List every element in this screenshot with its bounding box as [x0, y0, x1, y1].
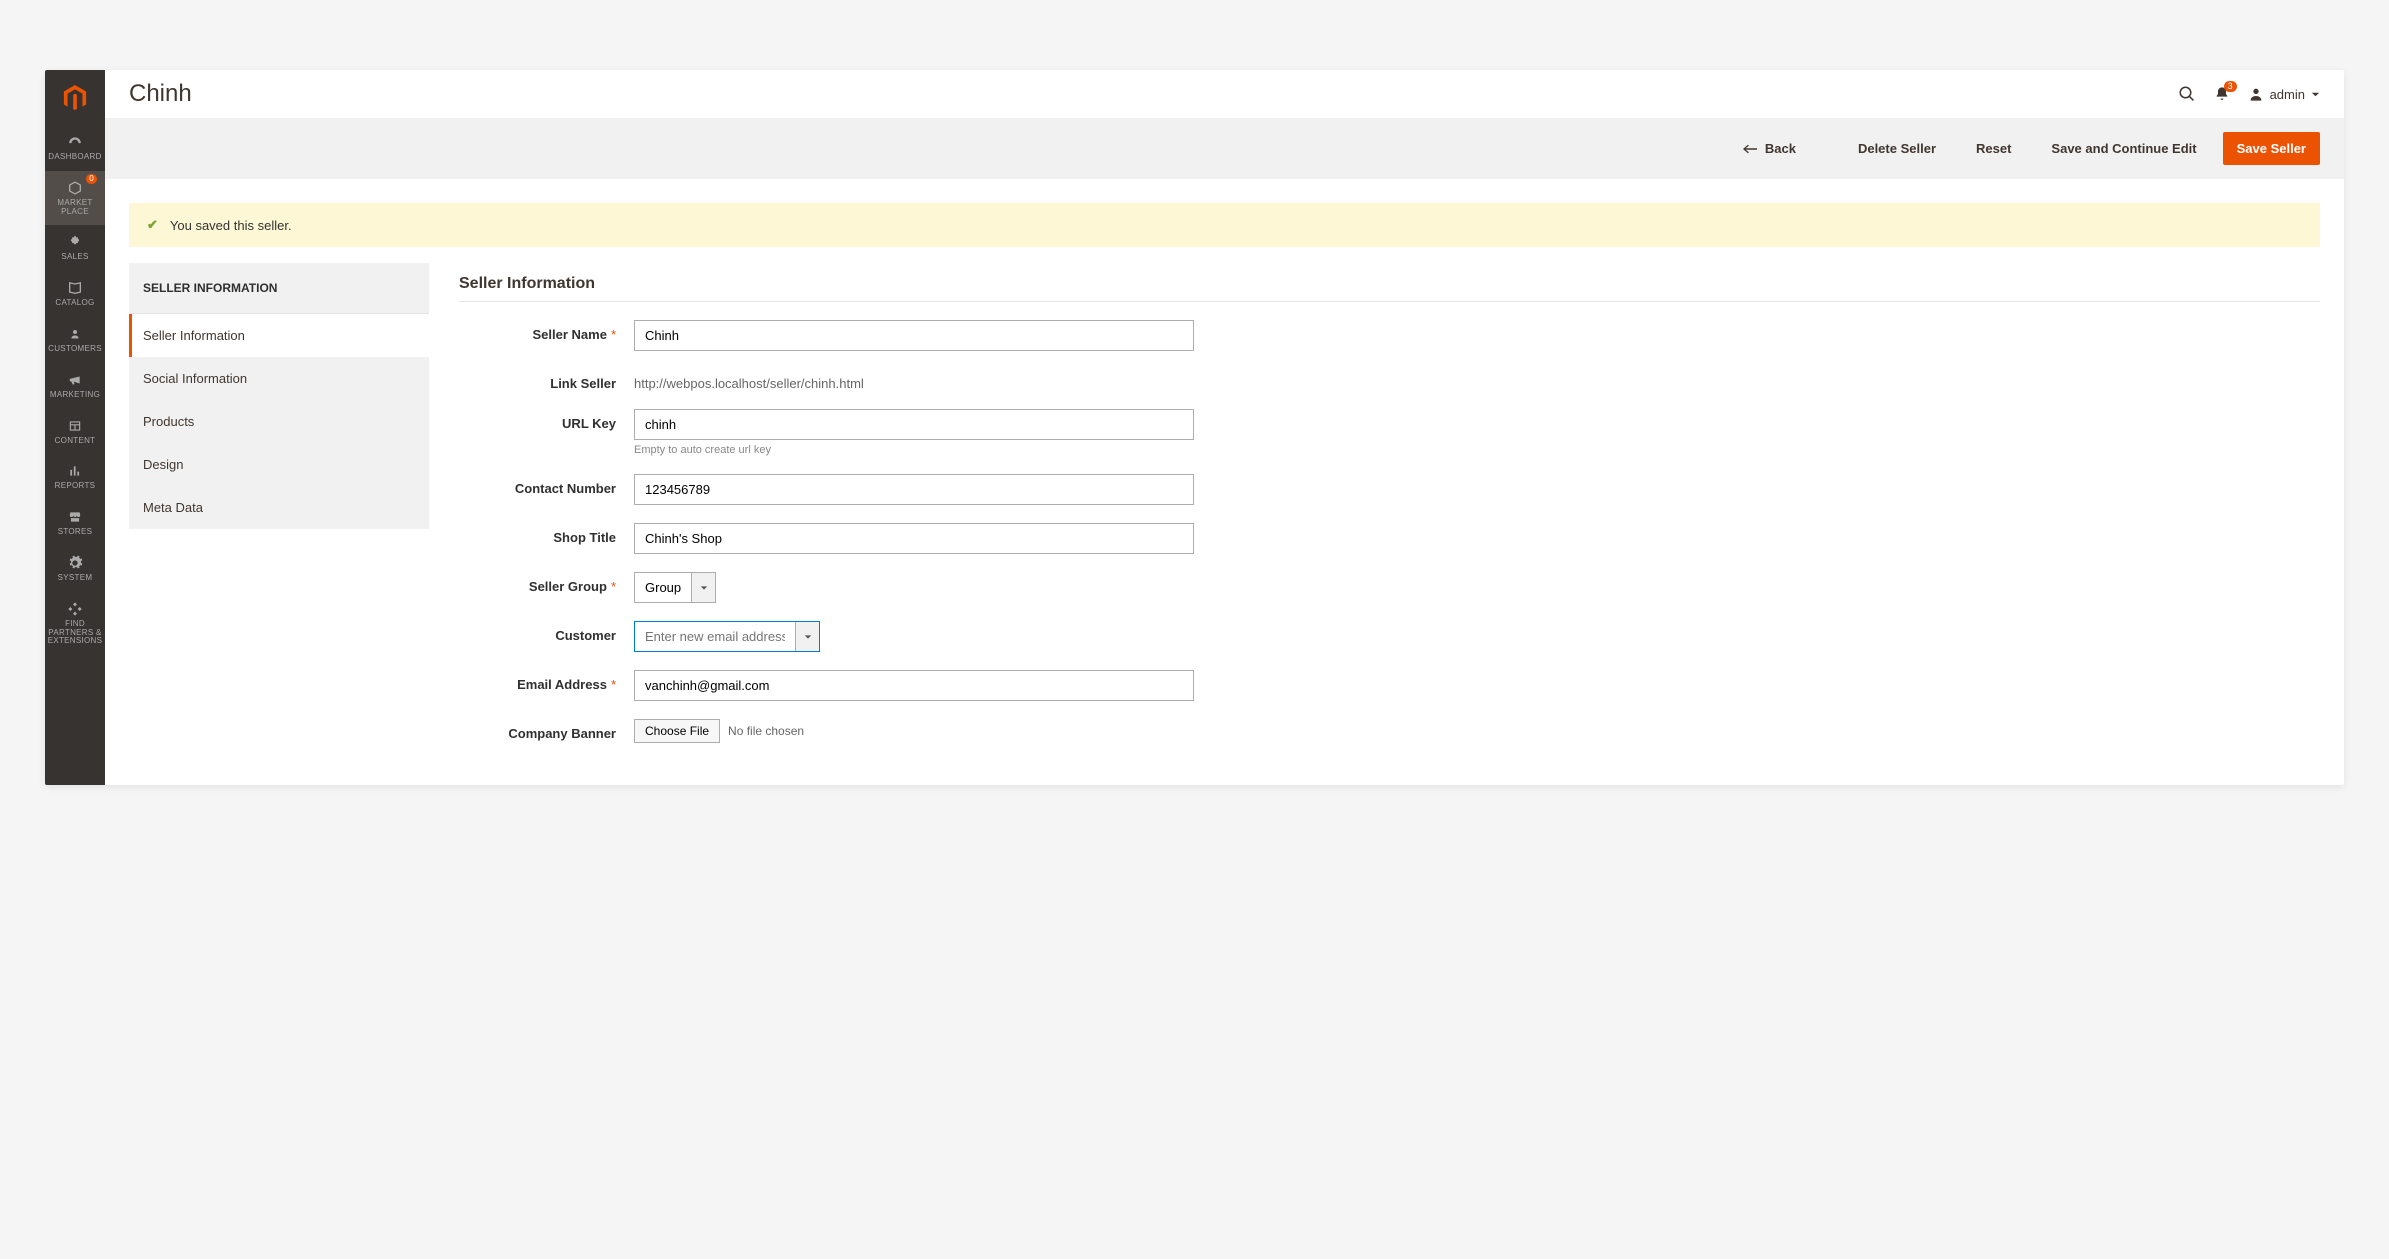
catalog-icon [65, 280, 85, 296]
caret-down-icon [700, 584, 708, 592]
user-icon [2248, 86, 2264, 102]
stores-icon [65, 509, 85, 525]
partners-icon [65, 601, 85, 617]
save-continue-button[interactable]: Save and Continue Edit [2037, 132, 2210, 165]
customer-caret[interactable] [795, 622, 819, 651]
label-seller-name: Seller Name [533, 327, 607, 342]
content-icon [65, 418, 85, 434]
tab-seller-information[interactable]: Seller Information [129, 314, 429, 357]
nav-system[interactable]: SYSTEM [45, 546, 105, 592]
nav-partners[interactable]: FIND PARTNERS & EXTENSIONS [45, 592, 105, 655]
nav-label: SALES [61, 253, 88, 262]
file-status: No file chosen [728, 724, 804, 738]
customer-input[interactable] [635, 622, 795, 651]
reset-button[interactable]: Reset [1962, 132, 2025, 165]
nav-reports[interactable]: REPORTS [45, 454, 105, 500]
nav-customers[interactable]: CUSTOMERS [45, 317, 105, 363]
delete-seller-button[interactable]: Delete Seller [1844, 132, 1950, 165]
nav-sales[interactable]: SALES [45, 225, 105, 271]
tab-social-information[interactable]: Social Information [129, 357, 429, 400]
required-mark: * [611, 677, 616, 692]
sales-icon [65, 234, 85, 250]
seller-group-value[interactable] [635, 573, 691, 602]
nav-label: MARKETING [50, 391, 100, 400]
notifications-badge: 3 [2224, 81, 2237, 92]
reports-icon [65, 463, 85, 479]
user-menu[interactable]: admin [2248, 86, 2320, 102]
seller-name-input[interactable] [634, 320, 1194, 351]
tab-products[interactable]: Products [129, 400, 429, 443]
nav-label: DASHBOARD [48, 153, 101, 162]
marketplace-icon [65, 180, 85, 196]
system-icon [65, 555, 85, 571]
email-input[interactable] [634, 670, 1194, 701]
tab-design[interactable]: Design [129, 443, 429, 486]
label-email: Email Address [517, 677, 607, 692]
admin-sidebar: DASHBOARD 0 MARKET PLACE SALES CATALOG C… [45, 70, 105, 785]
marketing-icon [65, 372, 85, 388]
label-url-key: URL Key [562, 416, 616, 431]
nav-marketing[interactable]: MARKETING [45, 363, 105, 409]
caret-down-icon [804, 633, 812, 641]
seller-group-select[interactable] [634, 572, 716, 603]
nav-dashboard[interactable]: DASHBOARD [45, 125, 105, 171]
customer-combobox[interactable] [634, 621, 820, 652]
nav-badge: 0 [86, 174, 97, 184]
nav-label: SYSTEM [58, 574, 93, 583]
arrow-left-icon [1743, 144, 1757, 154]
action-bar: Back Delete Seller Reset Save and Contin… [105, 118, 2344, 179]
contact-number-input[interactable] [634, 474, 1194, 505]
search-button[interactable] [2178, 85, 2196, 103]
notifications-button[interactable]: 3 [2214, 85, 2230, 103]
search-icon [2178, 85, 2196, 103]
label-contact-number: Contact Number [515, 481, 616, 496]
dashboard-icon [65, 134, 85, 150]
back-label: Back [1765, 141, 1796, 156]
nav-marketplace[interactable]: 0 MARKET PLACE [45, 171, 105, 226]
label-link-seller: Link Seller [550, 376, 616, 391]
nav-label: CUSTOMERS [48, 345, 102, 354]
required-mark: * [611, 579, 616, 594]
success-text: You saved this seller. [170, 218, 292, 233]
url-key-input[interactable] [634, 409, 1194, 440]
checkmark-icon: ✔ [147, 217, 158, 233]
nav-label: REPORTS [55, 482, 96, 491]
customers-icon [65, 326, 85, 342]
nav-label: FIND PARTNERS & EXTENSIONS [47, 620, 103, 646]
seller-group-caret[interactable] [691, 573, 715, 602]
form-heading: Seller Information [459, 263, 2320, 293]
nav-label: CATALOG [55, 299, 94, 308]
back-button[interactable]: Back [1729, 132, 1810, 165]
link-seller-value: http://webpos.localhost/seller/chinh.htm… [634, 369, 1194, 391]
success-message: ✔ You saved this seller. [129, 203, 2320, 247]
caret-down-icon [2311, 90, 2320, 99]
page-title: Chinh [129, 80, 192, 108]
nav-catalog[interactable]: CATALOG [45, 271, 105, 317]
page-header: Chinh 3 admin [105, 70, 2344, 118]
label-customer: Customer [555, 628, 616, 643]
shop-title-input[interactable] [634, 523, 1194, 554]
nav-label: MARKET PLACE [47, 199, 103, 217]
save-seller-button[interactable]: Save Seller [2223, 132, 2320, 165]
url-key-help: Empty to auto create url key [634, 444, 1194, 456]
label-company-banner: Company Banner [508, 726, 616, 741]
required-mark: * [611, 327, 616, 342]
section-tabs: SELLER INFORMATION Seller Information So… [129, 263, 429, 529]
nav-label: CONTENT [55, 437, 96, 446]
tab-meta-data[interactable]: Meta Data [129, 486, 429, 529]
magento-logo[interactable] [45, 70, 105, 125]
choose-file-button[interactable]: Choose File [634, 719, 720, 743]
label-seller-group: Seller Group [529, 579, 607, 594]
nav-label: STORES [58, 528, 93, 537]
seller-form: Seller Information Seller Name * Link Sel… [459, 263, 2320, 761]
nav-stores[interactable]: STORES [45, 500, 105, 546]
nav-content[interactable]: CONTENT [45, 409, 105, 455]
tabs-heading: SELLER INFORMATION [129, 263, 429, 314]
user-label: admin [2270, 87, 2305, 102]
label-shop-title: Shop Title [553, 530, 616, 545]
